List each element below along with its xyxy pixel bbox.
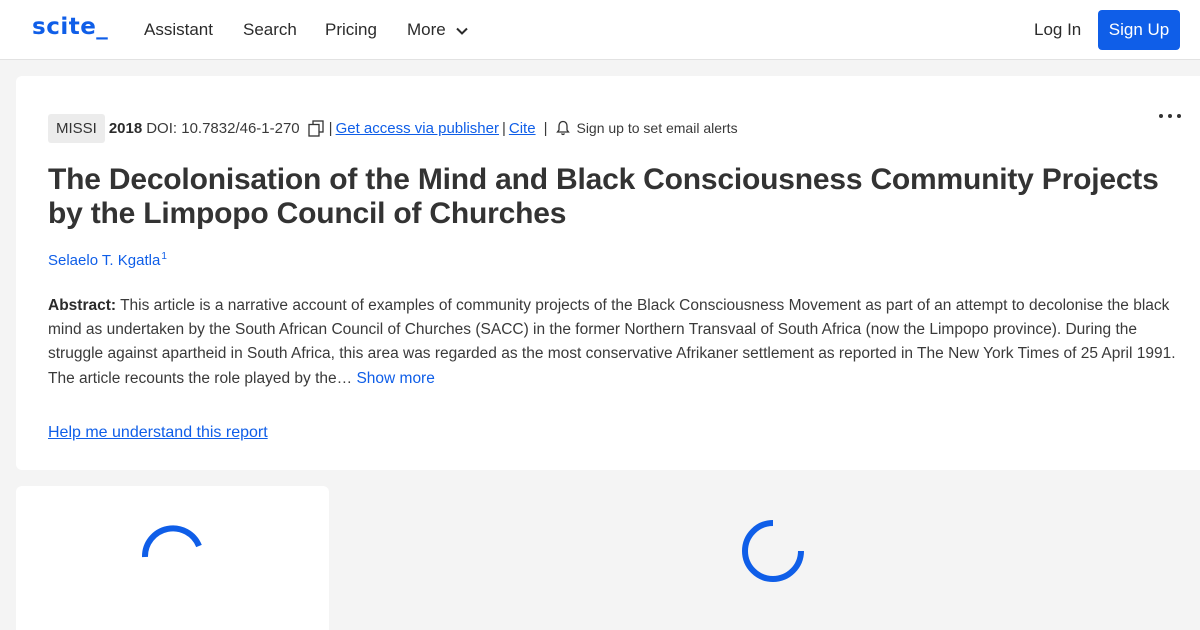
bell-icon[interactable] [556, 120, 571, 136]
help-understand-report-link[interactable]: Help me understand this report [48, 424, 268, 442]
nav-search[interactable]: Search [243, 20, 297, 40]
author-link[interactable]: Selaelo T. Kgatla1 [48, 251, 167, 269]
cite-link[interactable]: Cite [509, 120, 536, 137]
author-affiliation-sup: 1 [161, 251, 167, 262]
abstract-text: This article is a narrative account of e… [48, 297, 1176, 387]
top-navigation-bar: scite_ Assistant Search Pricing More Log… [0, 0, 1200, 60]
chevron-down-icon [456, 27, 469, 35]
email-alerts-link[interactable]: Sign up to set email alerts [576, 120, 737, 136]
nav-more-dropdown[interactable]: More [407, 20, 469, 40]
loading-spinner-icon [742, 520, 804, 582]
show-more-link[interactable]: Show more [352, 370, 434, 387]
nav-pricing[interactable]: Pricing [325, 20, 377, 40]
copy-icon[interactable] [308, 119, 324, 137]
journal-badge[interactable]: MISSI [48, 113, 105, 143]
signup-button[interactable]: Sign Up [1098, 10, 1180, 50]
login-link[interactable]: Log In [1034, 20, 1081, 40]
nav-assistant[interactable]: Assistant [144, 20, 213, 40]
abstract-label: Abstract: [48, 297, 117, 314]
separator: | [501, 119, 506, 137]
scite-logo[interactable]: scite_ [32, 14, 108, 40]
doi-text: DOI: 10.7832/46-1-270 [146, 119, 300, 137]
separator: | [543, 119, 548, 137]
publication-year: 2018 [108, 119, 143, 137]
abstract: Abstract: This article is a narrative ac… [48, 294, 1188, 391]
article-title: The Decolonisation of the Mind and Black… [48, 163, 1159, 230]
author-name: Selaelo T. Kgatla [48, 252, 161, 269]
more-options-icon[interactable] [1155, 106, 1185, 126]
citation-stats-card [16, 486, 329, 630]
nav-more-label: More [407, 20, 446, 39]
article-card: MISSI 2018 DOI: 10.7832/46-1-270 | Get a… [16, 76, 1200, 470]
separator: | [328, 119, 333, 137]
get-access-link[interactable]: Get access via publisher [336, 120, 499, 137]
loading-spinner-icon [141, 525, 202, 558]
article-meta-row: MISSI 2018 DOI: 10.7832/46-1-270 | Get a… [48, 113, 738, 143]
